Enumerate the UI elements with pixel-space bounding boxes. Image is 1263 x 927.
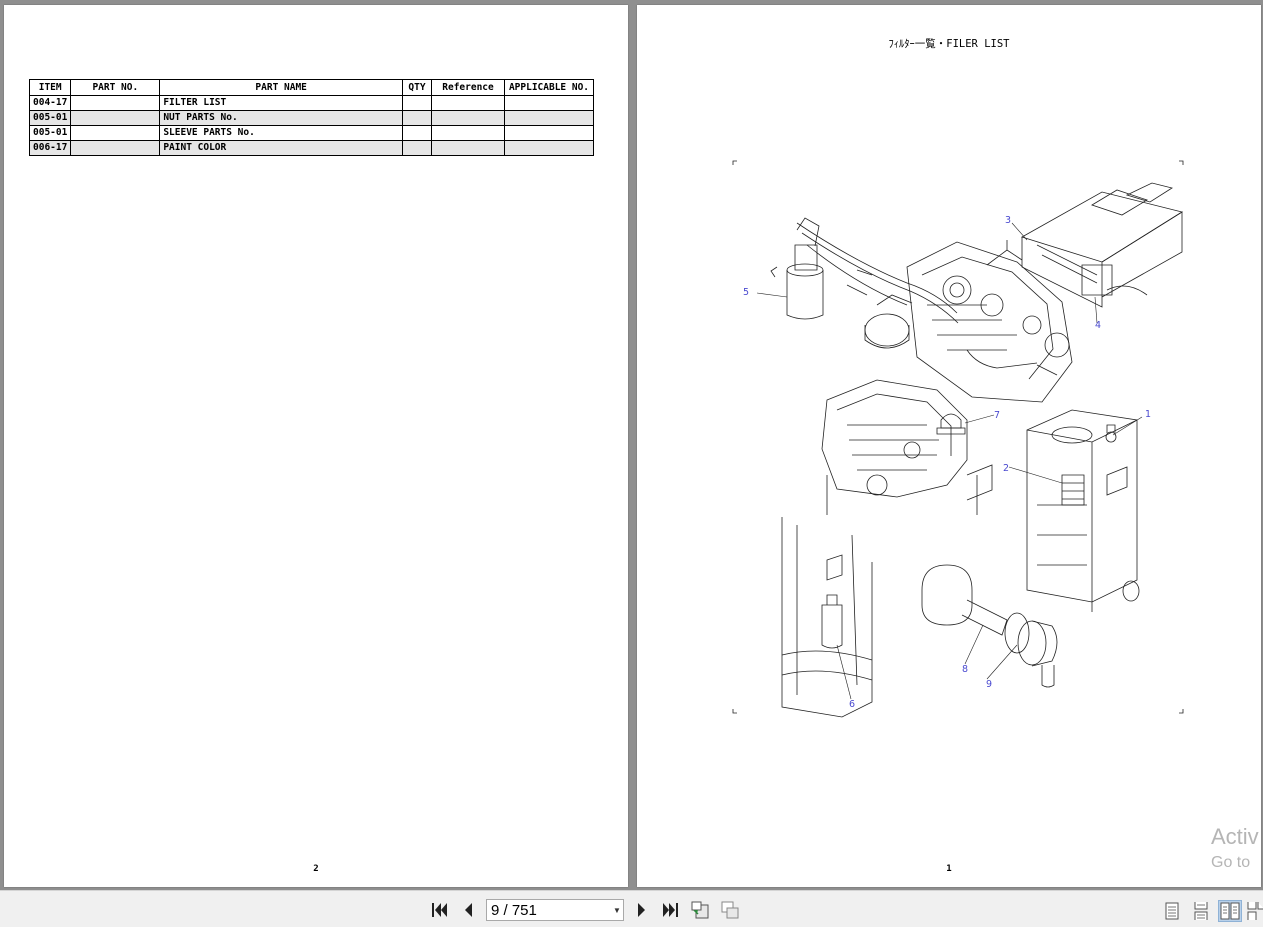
callout-5: 5 (743, 287, 749, 298)
cell-part-name: NUT PARTS No. (159, 110, 403, 126)
prev-page-icon (465, 903, 472, 917)
callout-9: 9 (986, 679, 992, 690)
cab-frame-drawing (781, 517, 873, 718)
air-cleaner-drawing (921, 564, 1058, 688)
leader-lines (756, 222, 1143, 700)
page-selector[interactable]: ▼ (486, 899, 624, 921)
document-page-left: ITEM PART NO. PART NAME QTY Reference AP… (4, 5, 628, 887)
page-number-left: 2 (313, 864, 319, 874)
cell-qty (402, 140, 432, 156)
table-header-row: ITEM PART NO. PART NAME QTY Reference AP… (28, 79, 594, 96)
separator-drawing (864, 294, 913, 349)
continuous-view-button[interactable] (1189, 900, 1213, 922)
next-page-icon (638, 903, 645, 917)
cell-reference (431, 110, 505, 126)
watermark-line-2: Go to (1211, 854, 1251, 871)
cell-item: 006-17 (28, 140, 72, 156)
cell-reference (431, 125, 505, 141)
activation-watermark: Activ Go to (1211, 824, 1259, 872)
cell-qty (402, 95, 432, 111)
table-row: 004-17 FILTER LIST (28, 95, 594, 111)
cell-applicable (504, 140, 594, 156)
callout-4: 4 (1095, 320, 1101, 331)
last-page-button[interactable] (660, 900, 680, 920)
first-page-button[interactable] (430, 900, 450, 920)
callout-7: 7 (994, 410, 1000, 421)
cell-part-name: SLEEVE PARTS No. (159, 125, 403, 141)
radiator-drawing (1020, 182, 1184, 308)
cell-item: 005-01 (28, 125, 72, 141)
cell-item: 005-01 (28, 110, 72, 126)
table-row: 005-01 SLEEVE PARTS No. (28, 125, 594, 141)
engine-upper-drawing (906, 240, 1073, 403)
cell-applicable (504, 110, 594, 126)
first-page-icon (432, 903, 447, 917)
callout-3: 3 (1005, 215, 1011, 226)
next-page-button[interactable] (632, 900, 652, 920)
callout-8: 8 (962, 664, 968, 675)
facing-pages-icon (1220, 902, 1240, 920)
crop-mark (732, 160, 737, 165)
cell-part-name: PAINT COLOR (159, 140, 403, 156)
cell-part-no (70, 140, 161, 156)
facing-continuous-view-button[interactable] (1247, 900, 1263, 922)
document-page-right: ﾌｨﾙﾀｰ一覧・FILER LIST 1 2 3 4 5 6 7 8 9 1 (637, 5, 1261, 887)
single-page-icon (1165, 902, 1179, 920)
table-row: 006-17 PAINT COLOR (28, 140, 594, 156)
cell-part-no (70, 110, 161, 126)
last-page-icon (663, 903, 678, 917)
header-applicable-no: APPLICABLE NO. (504, 79, 594, 96)
cell-part-no (70, 125, 161, 141)
view-toggle-button[interactable] (720, 900, 740, 920)
header-part-name: PART NAME (159, 79, 403, 96)
cell-applicable (504, 95, 594, 111)
header-item: ITEM (28, 79, 72, 96)
watermark-line-1: Activ (1211, 824, 1259, 849)
cell-qty (402, 125, 432, 141)
rotate-icon (691, 901, 709, 919)
facing-pages-view-button[interactable] (1218, 900, 1242, 922)
cell-qty (402, 110, 432, 126)
fuel-filter-drawing (770, 217, 824, 320)
crop-mark (732, 709, 737, 714)
table-row: 005-01 NUT PARTS No. (28, 110, 594, 126)
rotate-button[interactable] (690, 900, 710, 920)
viewer-toolbar: ▼ (0, 890, 1263, 927)
hose-lines (796, 222, 1058, 376)
single-page-view-button[interactable] (1160, 900, 1184, 922)
header-part-no: PART NO. (70, 79, 161, 96)
cell-item: 004-17 (28, 95, 72, 111)
cell-part-no (70, 95, 161, 111)
callout-1: 1 (1145, 409, 1151, 420)
chevron-down-icon[interactable]: ▼ (611, 906, 623, 915)
crop-mark (1179, 160, 1184, 165)
cell-reference (431, 95, 505, 111)
facing-continuous-icon (1247, 902, 1263, 920)
callout-2: 2 (1003, 463, 1009, 474)
parts-table: ITEM PART NO. PART NAME QTY Reference AP… (28, 79, 594, 156)
cell-applicable (504, 125, 594, 141)
continuous-icon (1194, 902, 1208, 920)
header-qty: QTY (402, 79, 432, 96)
hydraulic-tank-drawing (1026, 409, 1140, 612)
header-reference: Reference (431, 79, 505, 96)
filter-location-illustration: 1 2 3 4 5 6 7 8 9 (732, 160, 1184, 718)
cell-reference (431, 140, 505, 156)
callout-6: 6 (849, 699, 855, 710)
cell-part-name: FILTER LIST (159, 95, 403, 111)
engine-lower-drawing (821, 379, 993, 515)
page-number-input[interactable] (487, 900, 611, 920)
crop-mark (1179, 709, 1184, 714)
prev-page-button[interactable] (458, 900, 478, 920)
view-toggle-icon (721, 901, 739, 919)
page-number-right: 1 (946, 864, 952, 874)
